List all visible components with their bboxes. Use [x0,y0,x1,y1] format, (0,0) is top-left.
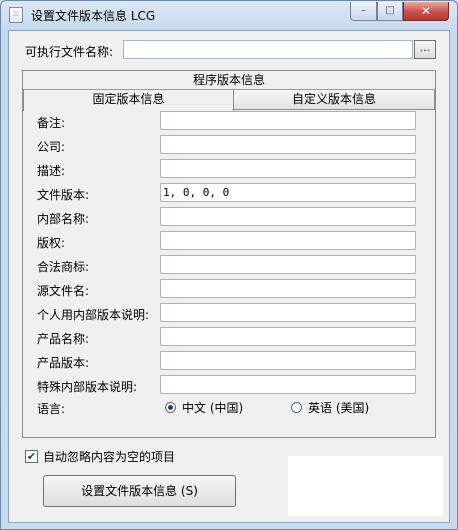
field-label: 内部名称: [37,212,90,226]
version-info-group: 程序版本信息 固定版本信息 自定义版本信息 备注: 公司: 描述: 文件版本: 1, 0… [22,70,436,438]
field-input[interactable] [160,279,416,298]
field-label: 个人用内部版本说明: [37,308,150,322]
tab-fixed-version[interactable]: 固定版本信息 [23,90,234,111]
dialog-body: 可执行文件名称: ... 程序版本信息 固定版本信息 自定义版本信息 备注: 公司… [8,30,450,523]
set-version-info-button[interactable]: 设置文件版本信息 (S) [43,475,236,507]
language-option-label: 英语 (美国) [308,401,370,415]
tab-program-version[interactable]: 程序版本信息 [23,71,435,90]
field-label: 版权: [37,236,66,250]
field-input[interactable] [160,375,416,394]
language-radio-chinese[interactable]: 中文 (中国) [165,399,243,416]
field-input[interactable] [160,303,416,322]
exe-name-input[interactable] [123,40,413,59]
title-bar[interactable]: ∴ 设置文件版本信息 LCG – □ ✕ [1,1,457,29]
field-label: 公司: [37,140,66,154]
field-input[interactable] [160,207,416,226]
window-title: 设置文件版本信息 LCG [31,9,156,23]
field-input[interactable] [160,327,416,346]
field-label: 备注: [37,116,66,130]
minimize-button[interactable]: – [350,2,377,21]
tab-custom-version[interactable]: 自定义版本信息 [233,90,435,110]
maximize-icon: □ [385,5,395,16]
app-icon[interactable]: ∴ [9,7,23,23]
blank-panel [288,456,443,516]
exe-name-label: 可执行文件名称: [25,45,114,59]
field-label: 特殊内部版本说明: [37,380,138,394]
close-icon: ✕ [420,4,432,18]
auto-ignore-label: 自动忽略内容为空的项目 [43,450,176,464]
field-label: 描述: [37,164,66,178]
checkbox-checked-icon: ✔ [25,450,38,463]
browse-button[interactable]: ... [414,40,436,59]
field-label: 合法商标: [37,260,90,274]
field-input[interactable] [160,159,416,178]
field-input[interactable] [160,111,416,130]
field-label: 产品名称: [37,332,90,346]
field-input[interactable] [160,135,416,154]
radio-unselected-icon [291,402,302,413]
minimize-icon: – [361,5,366,16]
language-label: 语言: [37,402,66,416]
radio-selected-icon [165,402,176,413]
field-label: 文件版本: [37,188,90,202]
close-button[interactable]: ✕ [403,2,449,21]
auto-ignore-checkbox[interactable]: ✔ 自动忽略内容为空的项目 [25,448,175,465]
field-input[interactable]: 1, 0, 0, 0 [160,183,416,202]
language-option-label: 中文 (中国) [182,401,244,415]
field-input[interactable] [160,255,416,274]
field-input[interactable] [160,351,416,370]
field-label: 源文件名: [37,284,90,298]
maximize-button[interactable]: □ [377,2,403,21]
field-label: 产品版本: [37,356,90,370]
app-window: ∴ 设置文件版本信息 LCG – □ ✕ 可执行文件名称: ... 程序版本信息… [0,0,458,530]
language-radio-english[interactable]: 英语 (美国) [291,399,369,416]
field-input[interactable] [160,231,416,250]
